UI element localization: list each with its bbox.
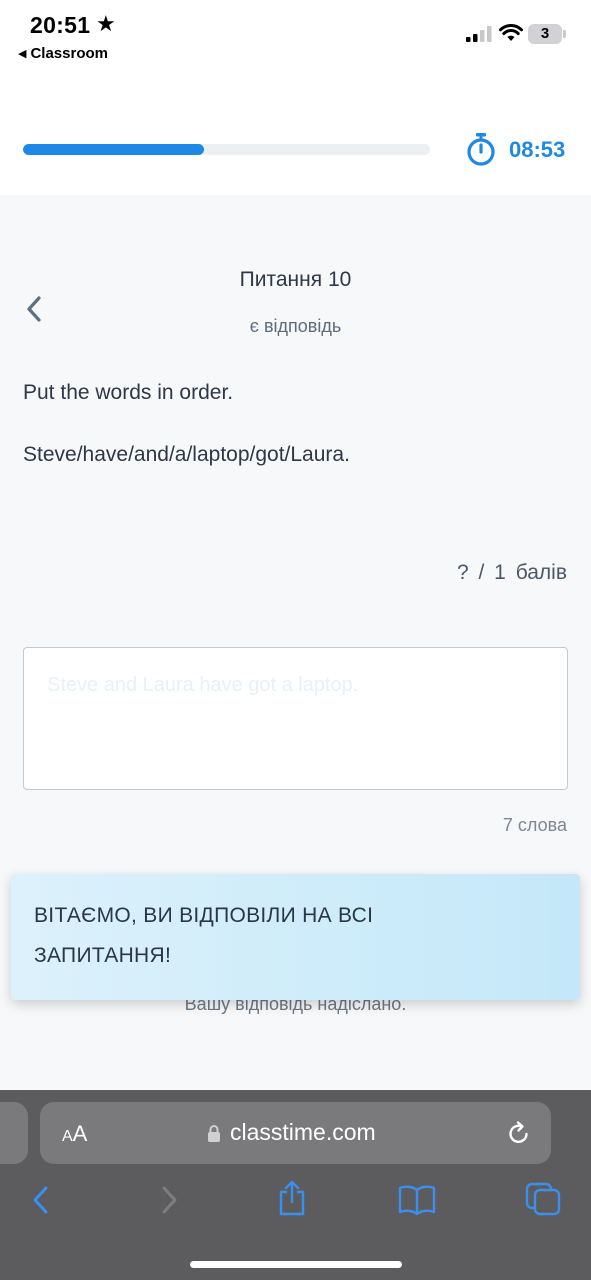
answer-input[interactable]: Steve and Laura have got a laptop. <box>23 647 568 790</box>
progress-bar-fill <box>23 144 205 155</box>
address-bar[interactable]: AA classtime.com <box>40 1102 551 1164</box>
question-score: ? / 1 балів <box>457 561 567 584</box>
question-text: Steve/have/and/a/laptop/got/Laura. <box>23 443 350 466</box>
answer-value: Steve and Laura have got a laptop. <box>47 674 359 696</box>
progress-bar <box>23 144 430 155</box>
battery-level: 3 <box>540 25 550 42</box>
url-text: classtime.com <box>230 1119 376 1145</box>
share-icon[interactable] <box>277 1180 307 1216</box>
timer-value: 08:53 <box>509 137 566 162</box>
status-bar: 20:51 ★ ◀ Classroom 3 <box>0 0 591 72</box>
browser-forward-icon[interactable] <box>158 1185 180 1215</box>
battery-icon: 3 <box>528 24 566 44</box>
cellular-signal-icon <box>466 26 492 42</box>
toast-message: ВІТАЄМО, ВИ ВІДПОВІЛИ НА ВСІ ЗАПИТАННЯ! <box>34 904 374 967</box>
star-icon: ★ <box>96 11 116 36</box>
question-instruction: Put the words in order. <box>23 381 234 404</box>
home-indicator <box>190 1261 402 1268</box>
wifi-icon <box>499 24 523 41</box>
reload-icon[interactable] <box>507 1120 531 1146</box>
quiz-header: 08:53 <box>0 72 591 195</box>
status-time: 20:51 <box>30 12 91 38</box>
browser-toolbar: AA classtime.com <box>0 1090 591 1280</box>
reader-aa-button[interactable]: AA <box>62 1121 87 1147</box>
bookmarks-icon[interactable] <box>398 1185 436 1215</box>
back-triangle-icon: ◀ <box>18 48 27 60</box>
tabs-overview-icon[interactable] <box>525 1182 561 1216</box>
previous-tab-preview[interactable] <box>0 1102 28 1164</box>
back-app-label: Classroom <box>30 45 108 62</box>
lock-icon <box>208 1125 220 1142</box>
question-title: Питання 10 <box>239 268 352 291</box>
stopwatch-icon <box>467 133 495 166</box>
word-count: 7 слова <box>502 815 567 835</box>
back-to-app-button[interactable]: ◀ Classroom <box>18 45 108 62</box>
browser-back-icon[interactable] <box>30 1185 52 1215</box>
completion-toast: ВІТАЄМО, ВИ ВІДПОВІЛИ НА ВСІ ЗАПИТАННЯ! <box>11 874 580 1000</box>
question-status: є відповідь <box>249 316 342 336</box>
